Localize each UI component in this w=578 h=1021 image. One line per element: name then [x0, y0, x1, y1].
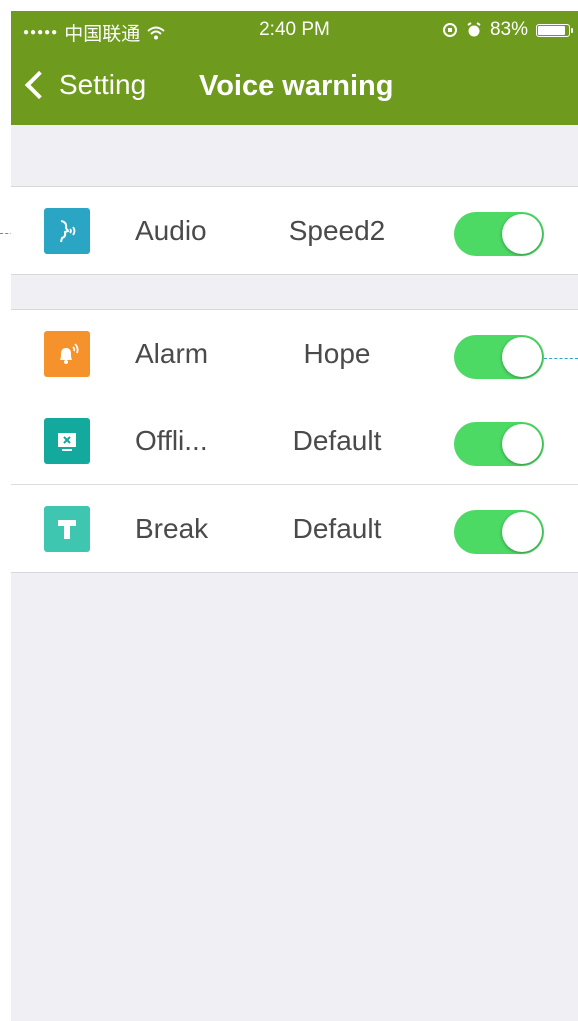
toggle-knob — [502, 424, 542, 464]
orientation-lock-icon — [442, 23, 457, 37]
toggle-alarm[interactable] — [454, 335, 544, 379]
row-value-audio[interactable]: Speed2 — [275, 215, 399, 247]
page-title: Voice warning — [199, 70, 394, 102]
break-hammer-icon — [44, 506, 90, 552]
row-label-break: Break — [135, 513, 209, 544]
offline-screen-icon — [44, 418, 90, 464]
row-label-offline: Offli... — [135, 425, 208, 456]
navigation-bar: Setting Voice warning — [11, 49, 578, 125]
chevron-left-icon — [24, 70, 54, 100]
setting-row-break[interactable]: Break Default — [11, 484, 578, 572]
alarm-bell-icon — [44, 331, 90, 377]
setting-row-alarm[interactable]: Alarm Hope — [11, 310, 578, 397]
status-bar: ●●●●● 中国联通 2:40 PM 83% — [11, 11, 578, 49]
back-button[interactable]: Setting — [23, 69, 146, 101]
toggle-knob — [502, 512, 542, 552]
toggle-knob — [502, 337, 542, 377]
audio-voice-icon — [44, 208, 90, 254]
row-label-alarm: Alarm — [135, 338, 209, 369]
setting-row-audio[interactable]: Audio Speed2 — [11, 187, 578, 274]
status-right: 83% — [442, 19, 573, 41]
battery-icon — [536, 23, 573, 37]
toggle-offline[interactable] — [454, 422, 544, 466]
toggle-audio[interactable] — [454, 212, 544, 256]
toggle-knob — [502, 214, 542, 254]
settings-group-alerts: Alarm Hope Offli... Default Break Defaul… — [11, 309, 578, 573]
annotation-line-right — [544, 358, 578, 359]
alarm-clock-icon — [467, 22, 481, 37]
row-value-break[interactable]: Default — [275, 513, 399, 545]
row-value-alarm[interactable]: Hope — [275, 338, 399, 370]
settings-group-audio: Audio Speed2 — [11, 186, 578, 275]
row-label-audio: Audio — [135, 215, 207, 246]
row-value-offline[interactable]: Default — [275, 425, 399, 457]
phone-screen: ●●●●● 中国联通 2:40 PM 83% Setting Voice war… — [11, 11, 578, 1021]
back-label: Setting — [59, 69, 147, 100]
toggle-break[interactable] — [454, 510, 544, 554]
battery-percent: 83% — [489, 19, 528, 40]
setting-row-offline[interactable]: Offli... Default — [11, 397, 578, 484]
